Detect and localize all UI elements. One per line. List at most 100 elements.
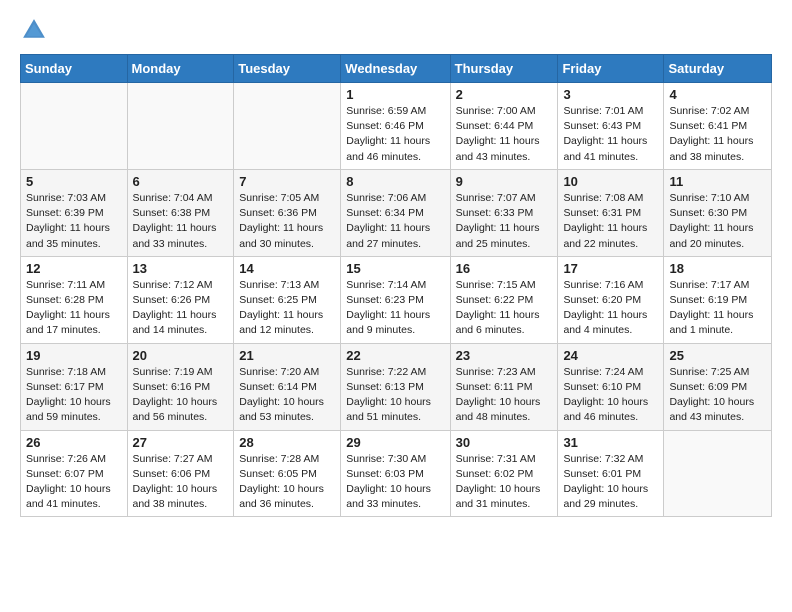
calendar-cell: 31 Sunrise: 7:32 AM Sunset: 6:01 PM Dayli… xyxy=(558,430,664,517)
day-number: 7 xyxy=(239,174,335,189)
weekday-header-wednesday: Wednesday xyxy=(341,55,450,83)
calendar-cell: 12 Sunrise: 7:11 AM Sunset: 6:28 PM Dayli… xyxy=(21,256,128,343)
day-number: 5 xyxy=(26,174,122,189)
day-number: 16 xyxy=(456,261,553,276)
day-number: 26 xyxy=(26,435,122,450)
day-info: Sunrise: 7:19 AM Sunset: 6:16 PM Dayligh… xyxy=(133,365,229,426)
calendar-cell: 7 Sunrise: 7:05 AM Sunset: 6:36 PM Daylig… xyxy=(234,169,341,256)
calendar-cell: 8Sunrise: 7:06 AM Sunset: 6:34 PM Daylig… xyxy=(341,169,450,256)
calendar-cell: 29Sunrise: 7:30 AM Sunset: 6:03 PM Dayli… xyxy=(341,430,450,517)
day-info: Sunrise: 7:31 AM Sunset: 6:02 PM Dayligh… xyxy=(456,452,553,513)
day-info: Sunrise: 7:00 AM Sunset: 6:44 PM Dayligh… xyxy=(456,104,553,165)
day-number: 15 xyxy=(346,261,444,276)
calendar-cell: 15 Sunrise: 7:14 AM Sunset: 6:23 PM Dayli… xyxy=(341,256,450,343)
day-number: 4 xyxy=(669,87,766,102)
day-number: 28 xyxy=(239,435,335,450)
day-number: 25 xyxy=(669,348,766,363)
calendar-cell: 1Sunrise: 6:59 AM Sunset: 6:46 PM Daylig… xyxy=(341,83,450,170)
weekday-header-monday: Monday xyxy=(127,55,234,83)
day-info: Sunrise: 7:26 AM Sunset: 6:07 PM Dayligh… xyxy=(26,452,122,513)
calendar-cell: 20 Sunrise: 7:19 AM Sunset: 6:16 PM Dayli… xyxy=(127,343,234,430)
day-number: 31 xyxy=(563,435,658,450)
calendar-week-row-1: 1Sunrise: 6:59 AM Sunset: 6:46 PM Daylig… xyxy=(21,83,772,170)
calendar-cell xyxy=(234,83,341,170)
calendar-cell xyxy=(127,83,234,170)
page: SundayMondayTuesdayWednesdayThursdayFrid… xyxy=(0,0,792,533)
calendar-week-row-4: 19Sunrise: 7:18 AM Sunset: 6:17 PM Dayli… xyxy=(21,343,772,430)
day-info: Sunrise: 7:13 AM Sunset: 6:25 PM Dayligh… xyxy=(239,278,335,339)
day-number: 6 xyxy=(133,174,229,189)
weekday-header-friday: Friday xyxy=(558,55,664,83)
day-info: Sunrise: 7:02 AM Sunset: 6:41 PM Dayligh… xyxy=(669,104,766,165)
day-info: Sunrise: 7:20 AM Sunset: 6:14 PM Dayligh… xyxy=(239,365,335,426)
calendar-cell: 30 Sunrise: 7:31 AM Sunset: 6:02 PM Dayli… xyxy=(450,430,558,517)
day-number: 3 xyxy=(563,87,658,102)
day-info: Sunrise: 7:03 AM Sunset: 6:39 PM Dayligh… xyxy=(26,191,122,252)
calendar-cell: 26 Sunrise: 7:26 AM Sunset: 6:07 PM Dayli… xyxy=(21,430,128,517)
calendar-cell: 2 Sunrise: 7:00 AM Sunset: 6:44 PM Daylig… xyxy=(450,83,558,170)
day-info: Sunrise: 7:15 AM Sunset: 6:22 PM Dayligh… xyxy=(456,278,553,339)
day-number: 18 xyxy=(669,261,766,276)
calendar-cell: 10Sunrise: 7:08 AM Sunset: 6:31 PM Dayli… xyxy=(558,169,664,256)
calendar-cell: 14 Sunrise: 7:13 AM Sunset: 6:25 PM Dayli… xyxy=(234,256,341,343)
calendar-cell: 19Sunrise: 7:18 AM Sunset: 6:17 PM Dayli… xyxy=(21,343,128,430)
calendar-cell: 11 Sunrise: 7:10 AM Sunset: 6:30 PM Dayli… xyxy=(664,169,772,256)
day-info: Sunrise: 7:10 AM Sunset: 6:30 PM Dayligh… xyxy=(669,191,766,252)
calendar-cell: 6 Sunrise: 7:04 AM Sunset: 6:38 PM Daylig… xyxy=(127,169,234,256)
day-number: 14 xyxy=(239,261,335,276)
day-number: 1 xyxy=(346,87,444,102)
day-number: 9 xyxy=(456,174,553,189)
day-info: Sunrise: 7:04 AM Sunset: 6:38 PM Dayligh… xyxy=(133,191,229,252)
day-info: Sunrise: 7:16 AM Sunset: 6:20 PM Dayligh… xyxy=(563,278,658,339)
day-number: 30 xyxy=(456,435,553,450)
day-number: 11 xyxy=(669,174,766,189)
day-info: Sunrise: 7:27 AM Sunset: 6:06 PM Dayligh… xyxy=(133,452,229,513)
day-number: 22 xyxy=(346,348,444,363)
day-info: Sunrise: 7:14 AM Sunset: 6:23 PM Dayligh… xyxy=(346,278,444,339)
day-number: 23 xyxy=(456,348,553,363)
logo xyxy=(20,16,52,44)
day-info: Sunrise: 7:22 AM Sunset: 6:13 PM Dayligh… xyxy=(346,365,444,426)
day-number: 17 xyxy=(563,261,658,276)
calendar-cell: 23 Sunrise: 7:23 AM Sunset: 6:11 PM Dayli… xyxy=(450,343,558,430)
day-info: Sunrise: 7:07 AM Sunset: 6:33 PM Dayligh… xyxy=(456,191,553,252)
day-info: Sunrise: 7:01 AM Sunset: 6:43 PM Dayligh… xyxy=(563,104,658,165)
calendar-cell xyxy=(664,430,772,517)
weekday-header-thursday: Thursday xyxy=(450,55,558,83)
calendar-cell: 9 Sunrise: 7:07 AM Sunset: 6:33 PM Daylig… xyxy=(450,169,558,256)
day-number: 13 xyxy=(133,261,229,276)
weekday-header-row: SundayMondayTuesdayWednesdayThursdayFrid… xyxy=(21,55,772,83)
weekday-header-sunday: Sunday xyxy=(21,55,128,83)
day-number: 8 xyxy=(346,174,444,189)
calendar-week-row-2: 5 Sunrise: 7:03 AM Sunset: 6:39 PM Daylig… xyxy=(21,169,772,256)
calendar-cell xyxy=(21,83,128,170)
day-info: Sunrise: 7:23 AM Sunset: 6:11 PM Dayligh… xyxy=(456,365,553,426)
calendar-cell: 28 Sunrise: 7:28 AM Sunset: 6:05 PM Dayli… xyxy=(234,430,341,517)
weekday-header-saturday: Saturday xyxy=(664,55,772,83)
calendar-cell: 22 Sunrise: 7:22 AM Sunset: 6:13 PM Dayli… xyxy=(341,343,450,430)
day-number: 27 xyxy=(133,435,229,450)
day-info: Sunrise: 7:25 AM Sunset: 6:09 PM Dayligh… xyxy=(669,365,766,426)
calendar-cell: 5 Sunrise: 7:03 AM Sunset: 6:39 PM Daylig… xyxy=(21,169,128,256)
day-number: 20 xyxy=(133,348,229,363)
calendar-cell: 21Sunrise: 7:20 AM Sunset: 6:14 PM Dayli… xyxy=(234,343,341,430)
calendar-cell: 25 Sunrise: 7:25 AM Sunset: 6:09 PM Dayli… xyxy=(664,343,772,430)
calendar-table: SundayMondayTuesdayWednesdayThursdayFrid… xyxy=(20,54,772,517)
calendar-cell: 24Sunrise: 7:24 AM Sunset: 6:10 PM Dayli… xyxy=(558,343,664,430)
day-number: 12 xyxy=(26,261,122,276)
day-info: Sunrise: 7:11 AM Sunset: 6:28 PM Dayligh… xyxy=(26,278,122,339)
calendar-week-row-5: 26 Sunrise: 7:26 AM Sunset: 6:07 PM Dayli… xyxy=(21,430,772,517)
day-info: Sunrise: 7:30 AM Sunset: 6:03 PM Dayligh… xyxy=(346,452,444,513)
day-info: Sunrise: 7:12 AM Sunset: 6:26 PM Dayligh… xyxy=(133,278,229,339)
calendar-cell: 18 Sunrise: 7:17 AM Sunset: 6:19 PM Dayli… xyxy=(664,256,772,343)
calendar-cell: 17 Sunrise: 7:16 AM Sunset: 6:20 PM Dayli… xyxy=(558,256,664,343)
day-info: Sunrise: 7:17 AM Sunset: 6:19 PM Dayligh… xyxy=(669,278,766,339)
day-info: Sunrise: 7:28 AM Sunset: 6:05 PM Dayligh… xyxy=(239,452,335,513)
day-info: Sunrise: 7:08 AM Sunset: 6:31 PM Dayligh… xyxy=(563,191,658,252)
calendar-week-row-3: 12 Sunrise: 7:11 AM Sunset: 6:28 PM Dayli… xyxy=(21,256,772,343)
day-info: Sunrise: 7:05 AM Sunset: 6:36 PM Dayligh… xyxy=(239,191,335,252)
header xyxy=(20,16,772,44)
day-number: 2 xyxy=(456,87,553,102)
day-info: Sunrise: 7:18 AM Sunset: 6:17 PM Dayligh… xyxy=(26,365,122,426)
day-info: Sunrise: 7:32 AM Sunset: 6:01 PM Dayligh… xyxy=(563,452,658,513)
